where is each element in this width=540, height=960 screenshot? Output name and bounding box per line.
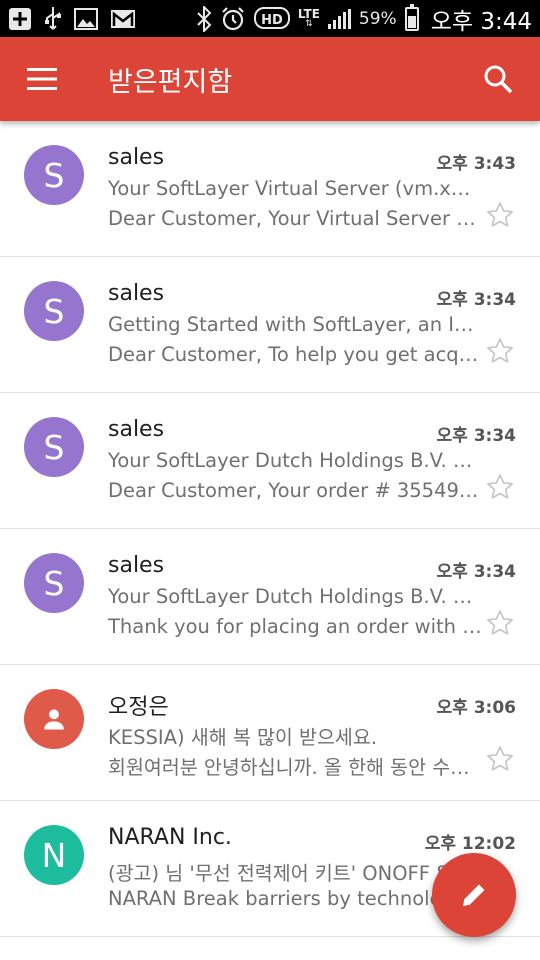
mail-time: 오후 3:43 (436, 154, 516, 174)
mail-sender: sales (108, 417, 165, 442)
bluetooth-icon (196, 5, 212, 32)
mail-snippet: Dear Customer, Your Virtual Server has b… (108, 207, 482, 230)
alarm-icon (220, 6, 246, 32)
mail-sender: 오정은 (108, 695, 169, 720)
mail-row[interactable]: S sales 오후 3:34 Getting Started with Sof… (0, 257, 540, 393)
star-button[interactable] (484, 607, 516, 639)
mail-time: 오후 3:34 (436, 426, 516, 446)
menu-button[interactable] (0, 37, 84, 121)
star-icon (487, 746, 513, 771)
app-bar: 받은편지함 (0, 37, 540, 121)
mail-snippet: Dear Customer, Your order # 355492 has b… (108, 479, 482, 502)
star-icon (487, 202, 513, 227)
mail-sender: sales (108, 145, 165, 170)
search-button[interactable] (456, 37, 540, 121)
star-button[interactable] (484, 743, 516, 775)
star-button[interactable] (484, 471, 516, 503)
star-button[interactable] (484, 335, 516, 367)
add-box-icon (8, 7, 32, 31)
avatar[interactable]: S (24, 417, 84, 477)
status-bar: HD LTE ⇅ 59% 오후 3:44 (0, 0, 540, 37)
avatar[interactable]: S (24, 145, 84, 205)
lte-icon: LTE ⇅ (297, 7, 320, 29)
mail-sender: NARAN Inc. (108, 825, 232, 850)
mail-snippet: Thank you for placing an order with Soft… (108, 615, 482, 638)
mail-snippet: Dear Customer, To help you get acquainte… (108, 343, 482, 366)
battery-percent: 59% (358, 8, 397, 29)
mail-subject: Getting Started with SoftLayer, an IBM (108, 313, 476, 336)
mail-time: 오후 3:34 (436, 562, 516, 582)
image-icon (74, 7, 98, 30)
avatar[interactable]: S (24, 553, 84, 613)
gmail-icon (110, 9, 136, 29)
mail-subject: (광고) 님 '무선 전력제어 키트' ONOFF 8 (108, 862, 449, 885)
avatar[interactable] (24, 689, 84, 749)
hd-label: HD (261, 13, 283, 28)
menu-icon (27, 68, 57, 90)
search-icon (484, 65, 513, 94)
star-icon (487, 610, 513, 635)
star-icon (487, 338, 513, 363)
mail-time: 오후 12:02 (424, 834, 516, 854)
compose-button[interactable] (432, 853, 516, 937)
hd-voice-icon: HD (253, 6, 290, 32)
avatar[interactable]: N (24, 825, 84, 885)
signal-icon (327, 8, 351, 29)
mail-snippet: 회원여러분 안녕하십니까. 올 한해 동안 수고 많으셨습니다 (108, 756, 482, 779)
mail-snippet: NARAN Break barriers by technology (108, 887, 466, 910)
mail-row[interactable]: S sales 오후 3:34 Your SoftLayer Dutch Hol… (0, 529, 540, 665)
avatar[interactable]: S (24, 281, 84, 341)
mail-time: 오후 3:34 (436, 290, 516, 310)
mail-row[interactable]: S sales 오후 3:34 Your SoftLayer Dutch Hol… (0, 393, 540, 529)
mail-subject: Your SoftLayer Virtual Server (vm.xwavec… (108, 177, 476, 200)
page-title: 받은편지함 (108, 66, 233, 98)
mail-sender: sales (108, 553, 165, 578)
pencil-icon (463, 884, 485, 906)
battery-icon (404, 3, 419, 31)
mail-sender: sales (108, 281, 165, 306)
mail-subject: KESSIA) 새해 복 많이 받으세요. (108, 726, 378, 749)
status-time: 오후 3:44 (430, 8, 532, 35)
star-icon (487, 474, 513, 499)
person-icon (44, 709, 64, 730)
mail-list: S sales 오후 3:43 Your SoftLayer Virtual S… (0, 121, 540, 960)
mail-subject: Your SoftLayer Dutch Holdings B.V. Order (108, 449, 476, 472)
mail-subject: Your SoftLayer Dutch Holdings B.V. Order (108, 585, 476, 608)
star-button[interactable] (484, 199, 516, 231)
mail-row[interactable]: S sales 오후 3:43 Your SoftLayer Virtual S… (0, 121, 540, 257)
mail-time: 오후 3:06 (436, 698, 516, 718)
mail-row[interactable]: 오정은 오후 3:06 KESSIA) 새해 복 많이 받으세요. 회원여러분 … (0, 665, 540, 801)
usb-icon (44, 6, 62, 32)
